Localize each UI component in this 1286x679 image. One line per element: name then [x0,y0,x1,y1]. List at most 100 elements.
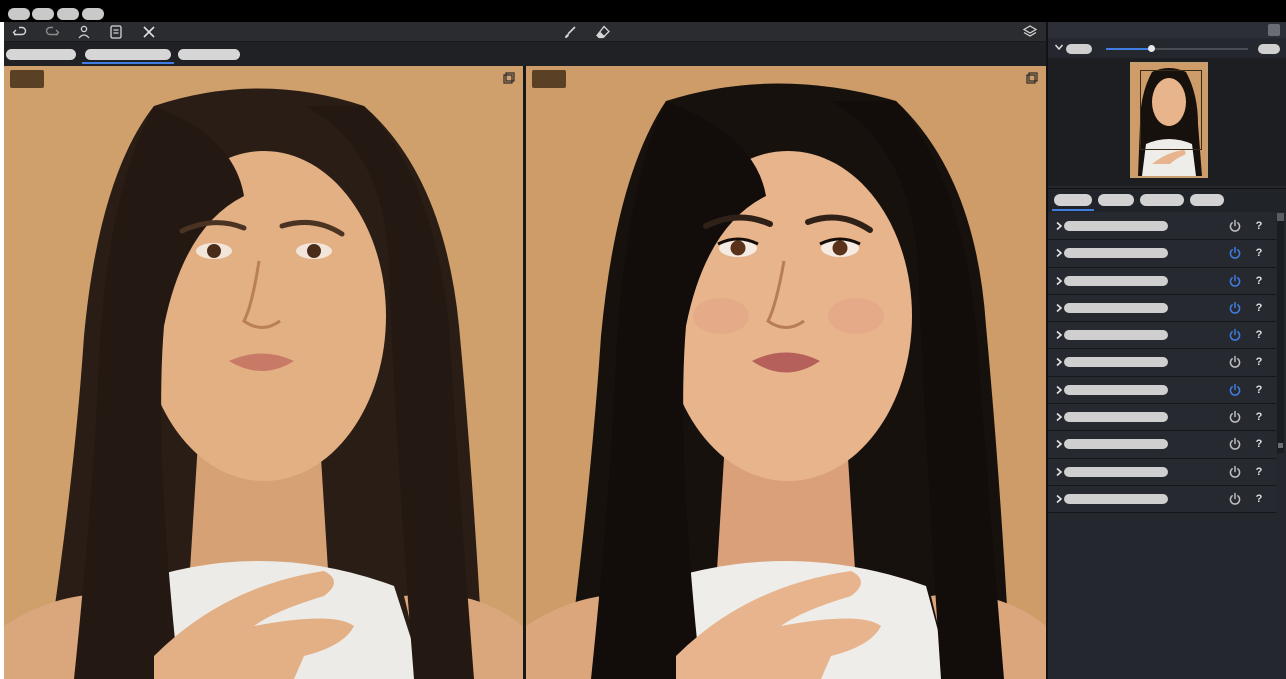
help-button[interactable]: ? [1253,410,1265,424]
tool-label [1064,412,1168,423]
power-toggle-icon[interactable] [1228,219,1242,233]
sidebar-tab-label [1190,194,1224,206]
tool-row[interactable]: ? [1048,240,1276,268]
tool-row[interactable]: ? [1048,458,1276,486]
panel-options-icon[interactable] [1026,72,1038,84]
tab-view-2[interactable] [178,46,242,64]
sidebar-options-icon[interactable] [1268,24,1280,36]
tool-row[interactable]: ? [1048,213,1276,241]
tool-label [1064,384,1168,395]
chevron-right-icon[interactable] [1054,385,1064,395]
tool-row[interactable]: ? [1048,376,1276,405]
chevron-right-icon[interactable] [1054,357,1064,367]
chevron-right-icon[interactable] [1054,221,1064,231]
power-toggle-icon[interactable] [1228,328,1242,342]
tool-row[interactable]: ? [1048,404,1276,432]
sidebar-header [1048,22,1286,38]
after-portrait-image [526,66,1046,679]
layers-icon[interactable] [1022,24,1038,40]
sidebar-tab-1[interactable] [1098,194,1134,206]
after-label [532,70,566,88]
chevron-down-icon[interactable] [1054,42,1064,52]
power-toggle-icon[interactable] [1228,437,1242,451]
tool-label [1064,357,1168,368]
navigator-thumbnail[interactable] [1130,62,1208,178]
tool-label [1064,221,1168,231]
help-button[interactable]: ? [1253,328,1265,342]
chevron-right-icon[interactable] [1054,248,1064,258]
scroll-up-arrow[interactable] [1277,213,1284,221]
tool-label [1064,248,1168,259]
power-toggle-icon[interactable] [1228,410,1242,424]
scroll-thumb[interactable] [1278,443,1283,448]
tool-label [1064,330,1168,341]
fit-button[interactable] [1258,44,1280,54]
sidebar-tab-2[interactable] [1140,194,1184,206]
redo-icon[interactable] [44,24,60,40]
zoom-value[interactable] [1066,44,1092,54]
help-button[interactable]: ? [1253,355,1265,369]
help-button[interactable]: ? [1253,219,1265,233]
tool-list-scrollbar[interactable] [1277,213,1284,453]
power-toggle-icon[interactable] [1228,383,1242,397]
help-button[interactable]: ? [1253,492,1265,506]
power-toggle-icon[interactable] [1228,465,1242,479]
tab-view-1[interactable] [82,46,174,64]
help-button[interactable]: ? [1253,383,1265,397]
title-pill[interactable] [32,8,54,20]
tool-row[interactable]: ? [1048,267,1276,295]
navigator-controls [1048,38,1286,58]
power-toggle-icon[interactable] [1228,274,1242,288]
power-toggle-icon[interactable] [1228,301,1242,315]
tab-view-0[interactable] [6,46,78,64]
help-button[interactable]: ? [1253,465,1265,479]
power-toggle-icon[interactable] [1228,492,1242,506]
sidebar-tab-label [1098,194,1134,206]
chevron-right-icon[interactable] [1054,330,1064,340]
chevron-right-icon[interactable] [1054,276,1064,286]
power-toggle-icon[interactable] [1228,355,1242,369]
tool-row[interactable]: ? [1048,349,1276,377]
sidebar-tab-3[interactable] [1190,194,1224,206]
undo-icon[interactable] [12,24,28,40]
title-pill[interactable] [8,8,30,20]
tool-label [1064,302,1168,313]
close-icon[interactable] [141,24,157,40]
before-image-panel[interactable] [4,66,523,679]
power-toggle-icon[interactable] [1228,246,1242,260]
panel-options-icon[interactable] [503,72,515,84]
brush-icon[interactable] [562,24,578,40]
tool-row[interactable]: ? [1048,294,1276,323]
chevron-right-icon[interactable] [1054,412,1064,422]
help-button[interactable]: ? [1253,437,1265,451]
eraser-icon[interactable] [595,24,611,40]
help-button[interactable]: ? [1253,246,1265,260]
sidebar-tabs [1048,188,1286,212]
sidebar-tab-0[interactable] [1052,194,1094,211]
zoom-slider-thumb[interactable] [1148,45,1156,52]
person-icon[interactable] [76,24,92,40]
main-toolbar [4,22,1046,42]
chevron-right-icon[interactable] [1054,439,1064,449]
tool-label [1064,466,1168,477]
after-image-panel[interactable] [526,66,1046,679]
help-button[interactable]: ? [1253,274,1265,288]
zoom-slider[interactable] [1106,45,1248,52]
help-button[interactable]: ? [1253,301,1265,315]
tool-row[interactable]: ? [1048,485,1276,514]
tab-label [85,49,171,60]
view-mode-tabs [4,42,1046,66]
sidebar-tab-label [1140,194,1184,206]
zoom-slider-fill [1106,48,1152,50]
tool-row[interactable]: ? [1048,322,1276,350]
preset-icon[interactable] [108,24,124,40]
title-pill[interactable] [57,8,79,20]
title-pill[interactable] [82,8,104,20]
tool-label [1064,493,1168,504]
chevron-right-icon[interactable] [1054,494,1064,504]
chevron-right-icon[interactable] [1054,303,1064,313]
navigator-viewport-box[interactable] [1140,70,1202,150]
chevron-right-icon[interactable] [1054,467,1064,477]
tab-label [178,49,240,60]
tool-row[interactable]: ? [1048,431,1276,459]
